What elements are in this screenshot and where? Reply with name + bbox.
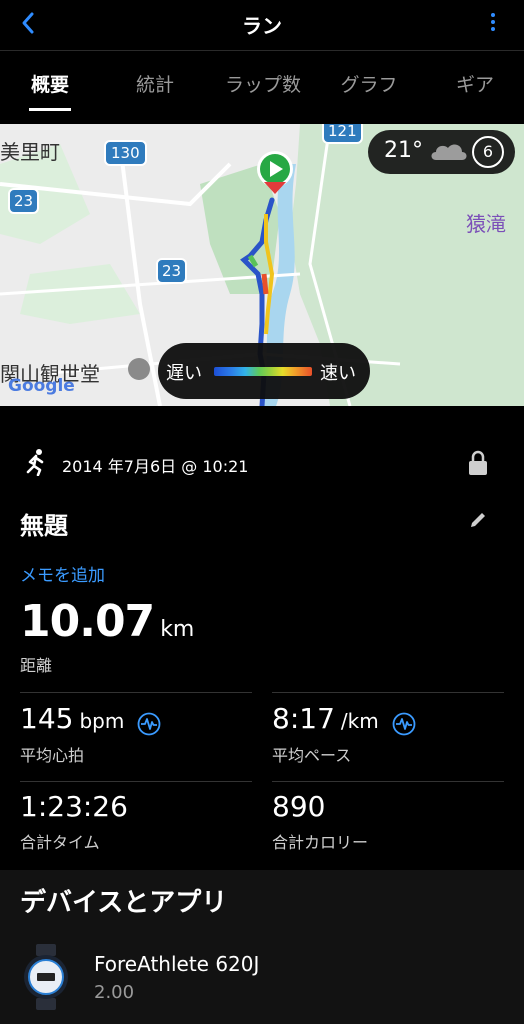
tab-stats[interactable]: 統計: [128, 70, 182, 97]
add-memo-link[interactable]: メモを追加: [20, 561, 105, 586]
pace-label: 平均ペース: [272, 745, 352, 765]
temperature: 21°: [384, 138, 423, 163]
distance-value-row: 10.07 km: [20, 596, 194, 647]
avg-pace[interactable]: 8:17/km 平均ペース: [272, 702, 416, 766]
route-shield-121: 121: [322, 124, 363, 144]
map-label-town: 美里町: [0, 140, 60, 164]
heart-rate-unit: bpm: [79, 709, 125, 733]
devices-header: デバイスとアプリ: [20, 888, 228, 918]
running-icon: [26, 449, 44, 476]
device-version: 2.00: [94, 982, 135, 1003]
google-logo: Google: [8, 376, 75, 396]
tab-bar: 概要 統計 ラップ数 グラフ ギア: [0, 50, 524, 114]
pace-unit: /km: [340, 709, 379, 733]
devices-section: デバイスとアプリ: [0, 870, 524, 1024]
activity-name: 無題: [20, 512, 68, 540]
weather-pill: 21° 6: [368, 130, 515, 174]
activity-meta-row: 2014 年7月6日 @ 10:21: [22, 448, 502, 478]
page-title: ラン: [242, 14, 282, 38]
stats-divider: [20, 781, 252, 782]
route-shield-23-b: 23: [156, 258, 188, 284]
top-bar: ラン: [0, 0, 524, 50]
cloud-icon: [431, 144, 467, 160]
wind-speed-icon: 6: [472, 136, 504, 168]
legend-fast-label: 速い: [320, 363, 356, 384]
lock-icon[interactable]: [468, 450, 488, 476]
map-label-waterfall: 猿滝: [466, 212, 506, 236]
poi-icon: [128, 358, 150, 380]
tab-laps[interactable]: ラップ数: [214, 70, 312, 97]
distance-unit: km: [160, 617, 195, 642]
legend-slow-label: 遅い: [166, 363, 202, 384]
route-shield-23-a: 23: [8, 188, 40, 214]
calories-value: 890: [272, 790, 326, 823]
chart-wave-icon[interactable]: [137, 712, 161, 736]
avg-heart-rate[interactable]: 145 bpm 平均心拍: [20, 702, 161, 766]
watch-icon: [24, 944, 68, 1010]
stats-divider: [272, 692, 504, 693]
speed-legend: 遅い 速い: [158, 343, 370, 399]
speed-gradient-bar: [214, 367, 312, 376]
stats-divider: [272, 781, 504, 782]
time-value: 1:23:26: [20, 790, 128, 823]
heart-rate-label: 平均心拍: [20, 745, 85, 765]
calories-label: 合計カロリー: [272, 833, 369, 852]
tab-graph[interactable]: グラフ: [332, 70, 406, 97]
heart-rate-value: 145: [20, 702, 74, 735]
chart-wave-icon[interactable]: [392, 712, 416, 736]
device-name[interactable]: ForeAthlete 620J: [94, 952, 259, 976]
pace-value: 8:17: [272, 702, 335, 735]
tab-overview[interactable]: 概要: [28, 70, 72, 97]
more-options-icon[interactable]: [488, 10, 498, 38]
distance-value: 10.07: [20, 596, 155, 647]
stats-divider: [20, 692, 252, 693]
route-shield-130: 130: [104, 140, 147, 166]
edit-pencil-icon[interactable]: [468, 510, 488, 530]
total-time: 1:23:26 合計タイム: [20, 790, 128, 853]
distance-label: 距離: [20, 656, 53, 675]
time-label: 合計タイム: [20, 833, 100, 852]
total-calories: 890 合計カロリー: [272, 790, 368, 853]
tab-gear[interactable]: ギア: [448, 70, 502, 97]
active-tab-indicator: [29, 108, 71, 111]
activity-date: 2014 年7月6日 @ 10:21: [62, 457, 249, 476]
